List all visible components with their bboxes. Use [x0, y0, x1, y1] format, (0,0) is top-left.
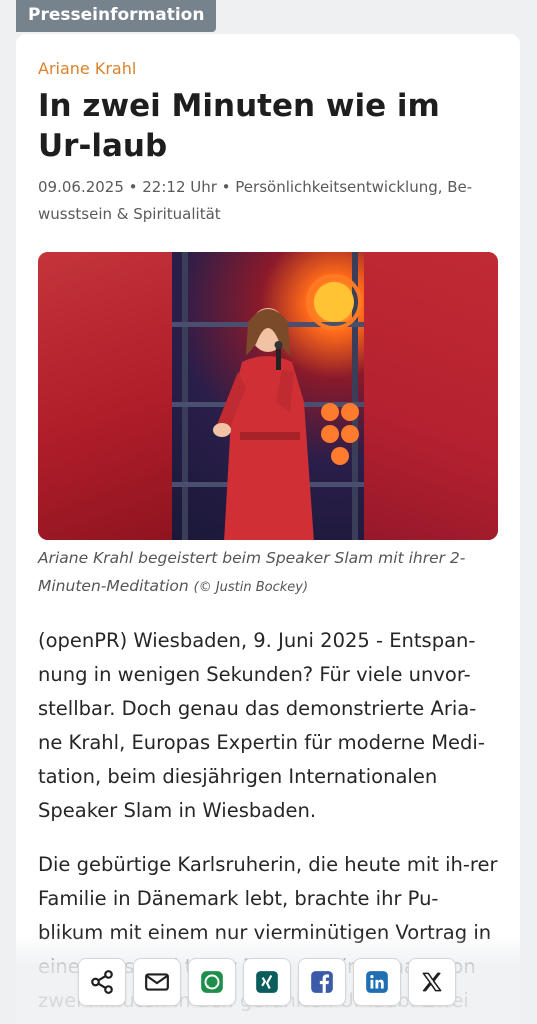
share-icon [91, 970, 113, 994]
image-caption: Ariane Krahl begeistert beim Speaker Sla… [38, 544, 498, 602]
article-title: In zwei Minuten wie im Ur-laub [38, 88, 440, 164]
mail-icon [145, 973, 169, 991]
caption-credit: (© Justin Bockey) [193, 580, 309, 595]
email-share-button[interactable] [133, 958, 181, 1006]
linkedin-share-button[interactable] [353, 958, 401, 1006]
share-bar [78, 958, 456, 1006]
author-name[interactable]: Ariane Krahl [38, 58, 498, 80]
xing-share-button[interactable] [243, 958, 291, 1006]
x-share-button[interactable] [408, 958, 456, 1006]
photo-blur-left [38, 252, 172, 540]
photo-blur-right [364, 252, 498, 540]
article-meta: 09.06.2025 • 22:12 Uhr • Persönlichkeits… [38, 178, 473, 223]
article-paragraph-1: (openPR) Wiesbaden, 9. Juni 2025 - Entsp… [38, 629, 485, 822]
linkedin-icon [366, 971, 388, 993]
share-button[interactable] [78, 958, 126, 1006]
facebook-share-button[interactable] [298, 958, 346, 1006]
x-icon [422, 972, 442, 992]
article-card: Ariane Krahl In zwei Minuten wie im Ur-l… [16, 34, 520, 1024]
whatsapp-share-button[interactable] [188, 958, 236, 1006]
speaker-illustration [172, 252, 364, 540]
article-photo[interactable] [38, 252, 498, 540]
facebook-icon [311, 971, 333, 993]
press-info-label: Presseinformation [16, 0, 217, 32]
photo-stage [172, 252, 364, 540]
xing-icon [256, 971, 278, 993]
whatsapp-icon [201, 971, 223, 993]
